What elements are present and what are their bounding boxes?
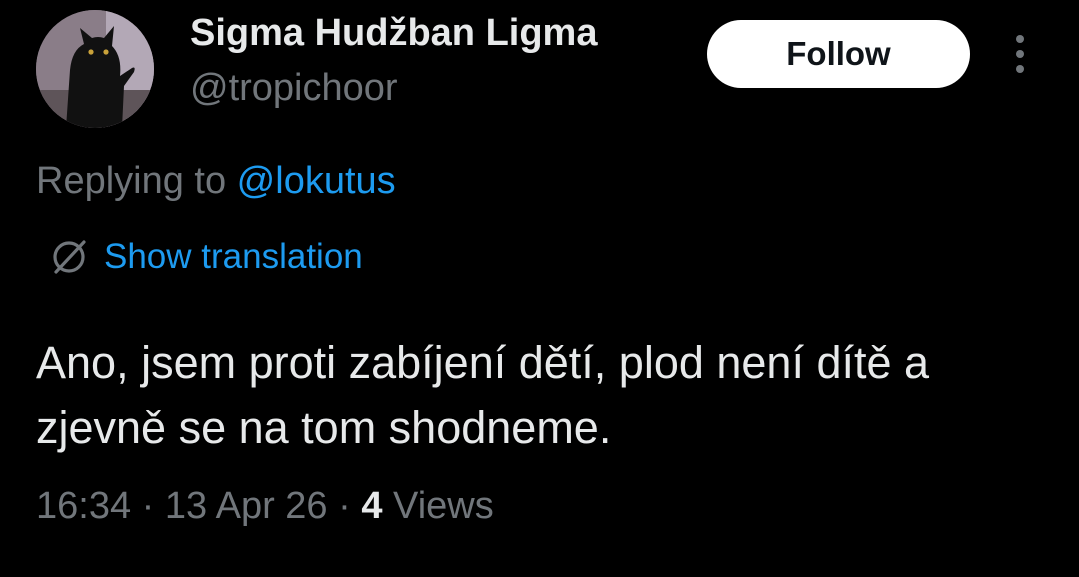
show-translation-button[interactable]: Show translation [48,236,363,278]
globe-translate-icon [53,240,86,274]
show-translation-label: Show translation [104,237,363,276]
avatar[interactable] [36,10,154,128]
tweet-text: Ano, jsem proti zabíjení dětí, plod není… [36,337,930,453]
meta-separator: · [327,485,362,527]
replying-to-line: Replying to @lokutus [36,160,396,203]
follow-button[interactable]: Follow [707,20,970,88]
more-dot [1016,65,1024,73]
tweet-meta: 16:34 · 13 Apr 26 · 4 Views [36,485,494,528]
views-count: 4 [361,485,383,527]
author-handle[interactable]: @tropichoor [190,67,398,110]
author-display-name[interactable]: Sigma Hudžban Ligma [190,12,597,55]
tweet-time[interactable]: 16:34 [36,485,131,527]
black-cat-avatar-icon [36,10,154,128]
reply-mention-link[interactable]: @lokutus [237,160,396,202]
replying-to-prefix: Replying to [36,160,237,202]
meta-separator: · [131,485,165,527]
more-dot [1016,35,1024,43]
more-vertical-icon[interactable] [1000,30,1040,78]
tweet-date[interactable]: 13 Apr 26 [165,485,328,527]
views-label: Views [393,485,494,527]
more-dot [1016,50,1024,58]
